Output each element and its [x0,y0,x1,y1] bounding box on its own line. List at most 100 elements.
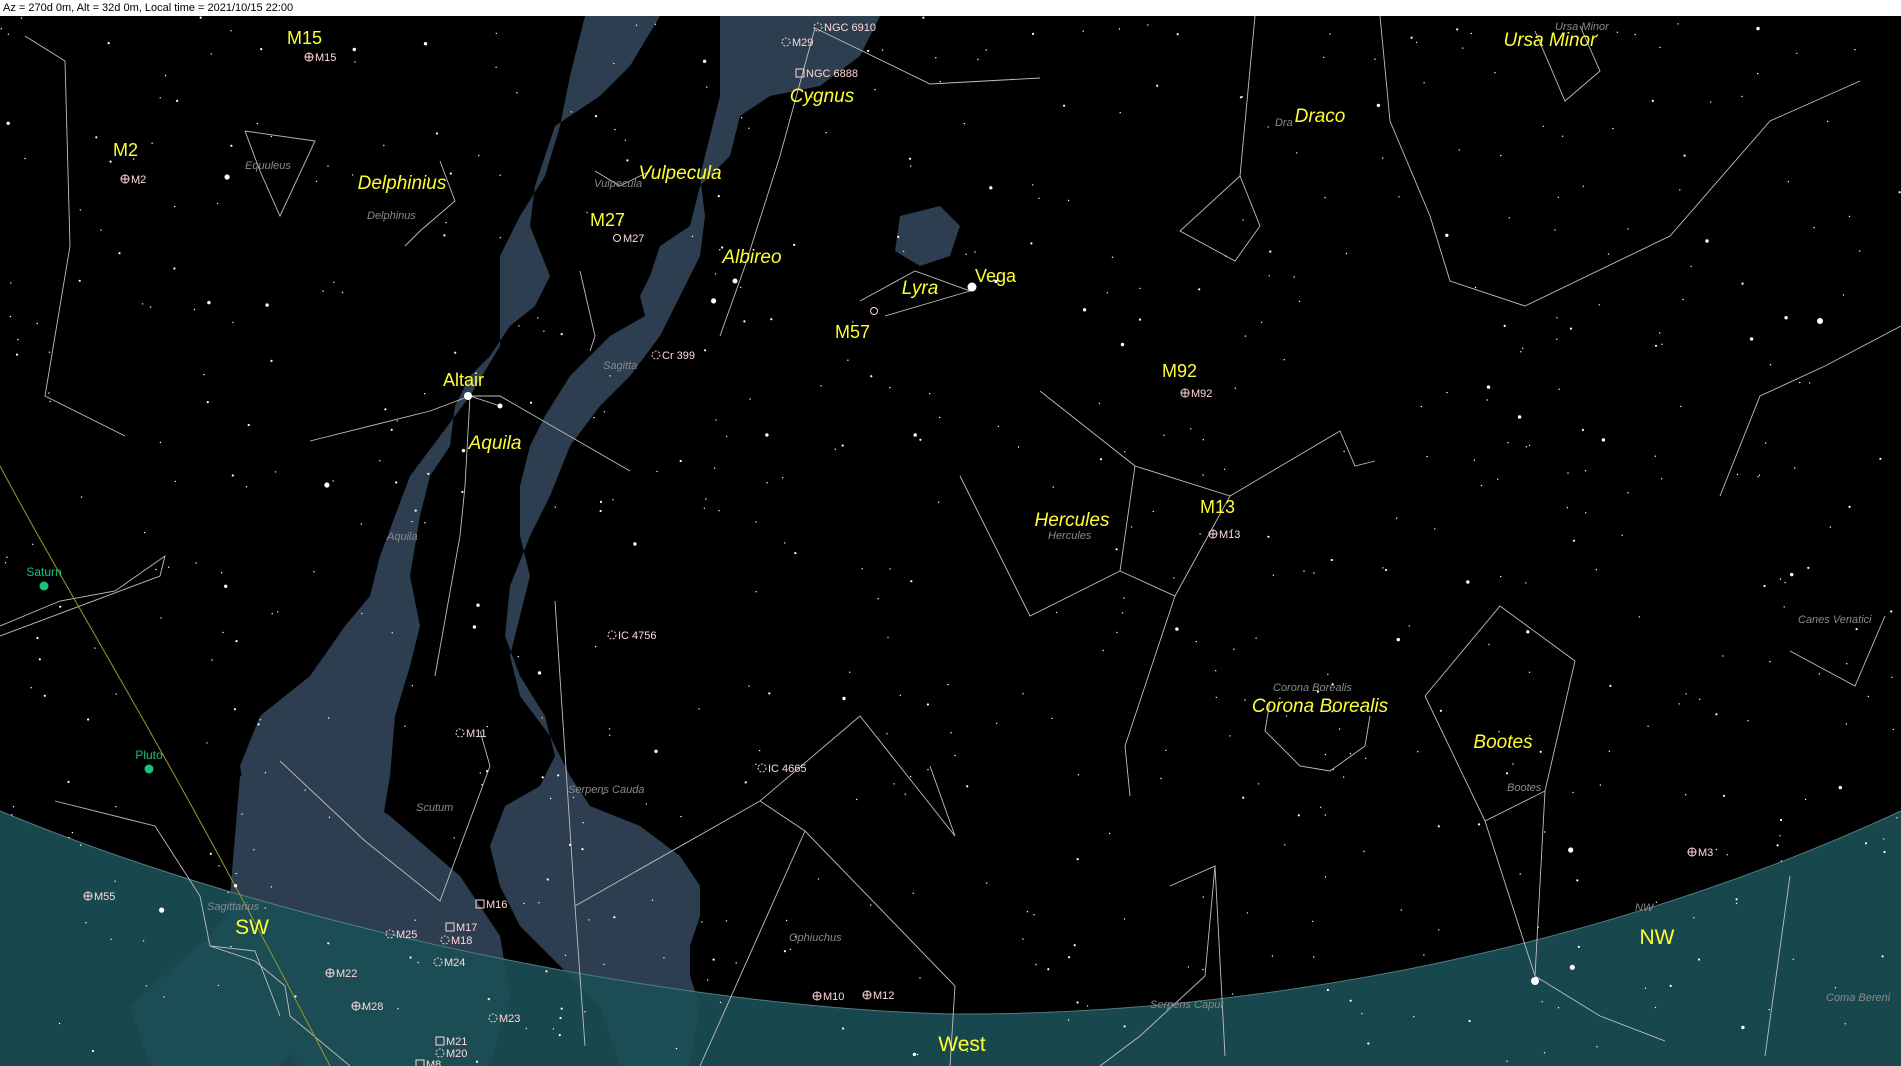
planet-pluto[interactable]: Pluto [135,748,163,774]
star [1780,860,1783,862]
star [1881,955,1884,958]
star [7,33,10,35]
star [414,919,416,921]
star [603,411,605,413]
star [1848,215,1851,218]
star [558,1034,561,1037]
sky-chart[interactable]: SW West NW Cygnus Vulpecula Delphinius Aquila L… [0,16,1901,1066]
dso-m12[interactable]: M12 [862,990,894,1002]
star [719,249,721,251]
grey-label-canes-venatici: Canes Venatici [1798,614,1872,626]
star [910,580,913,583]
star [1244,335,1247,337]
dso-m11[interactable]: M11 [455,728,487,740]
dso-m13-obj[interactable]: M13 [1208,529,1240,541]
star [889,568,891,570]
star [1654,455,1657,457]
star [1267,126,1269,128]
star [174,205,176,208]
star [963,122,965,125]
dso-cr399[interactable]: Cr 399 [651,350,695,362]
star [71,831,74,834]
star [1679,189,1681,191]
star [550,797,552,800]
dso-label-m10: M10 [823,991,844,1003]
star [222,631,224,634]
star [1500,575,1502,578]
star [257,723,260,726]
dso-label-m17: M17 [456,922,477,934]
dso-ic4665[interactable]: IC 4665 [757,763,807,775]
star [1480,484,1483,487]
star [1651,99,1654,102]
star [947,683,949,686]
star [193,308,196,311]
star [570,111,572,113]
milky-way-patch [895,206,960,266]
star [328,717,330,719]
star [1494,72,1496,74]
star [38,658,41,661]
star [1741,282,1744,285]
star [1239,96,1242,99]
star [626,159,629,162]
star [518,325,520,327]
star [1557,1007,1560,1009]
star [546,878,549,881]
dso-label-m8: M8 [426,1059,441,1066]
dso-ic4756[interactable]: IC 4756 [607,630,657,642]
star [613,62,615,65]
west-bootes-line [1719,325,1901,497]
star [1102,649,1104,652]
dso-ngc6888[interactable]: NGC 6888 [795,68,858,80]
dso-m2-obj[interactable]: M2 [120,174,146,186]
star [1077,774,1080,776]
star [1115,548,1118,551]
star [1741,95,1743,98]
star [1769,364,1772,366]
dso-label-m3: M3 [1698,847,1713,859]
dso-label-m12: M12 [873,990,894,1002]
star [1541,1001,1543,1003]
star [1846,663,1848,665]
star [1726,854,1729,856]
star [525,1027,527,1030]
dso-m27-obj[interactable]: M27 [613,233,645,245]
star [155,568,157,571]
star [199,16,202,19]
star [1187,966,1190,968]
star [260,48,263,51]
star [609,375,611,377]
star [1284,844,1286,846]
star [259,719,262,721]
dso-label-m22: M22 [336,968,357,980]
constellation-label-ursa-minor: Ursa Minor [1504,30,1598,51]
dso-label-ic4665: IC 4665 [768,763,807,775]
star [1864,842,1868,845]
dso-m92-obj[interactable]: M92 [1180,388,1212,400]
star [870,904,872,906]
star [397,1008,399,1010]
star [1848,505,1851,508]
star [209,852,212,855]
star [1246,912,1249,914]
star [599,500,603,503]
hercules-line-4 [1124,595,1176,797]
dso-m10[interactable]: M10 [812,991,844,1003]
star [1808,382,1811,384]
star [1867,695,1870,698]
dso-ngc6910[interactable]: NGC 6910 [813,22,876,34]
star [572,796,575,799]
dso-m3[interactable]: M3 [1687,847,1713,859]
star [855,798,858,801]
star [17,338,19,341]
star [404,725,406,727]
dso-m57-obj[interactable] [870,307,878,315]
dso-m15-obj[interactable]: M15 [304,52,336,64]
star [24,157,26,160]
star [1569,964,1575,970]
star [333,281,335,284]
star [718,510,720,512]
planet-saturn[interactable]: Saturn [26,565,62,591]
star [1784,316,1788,320]
